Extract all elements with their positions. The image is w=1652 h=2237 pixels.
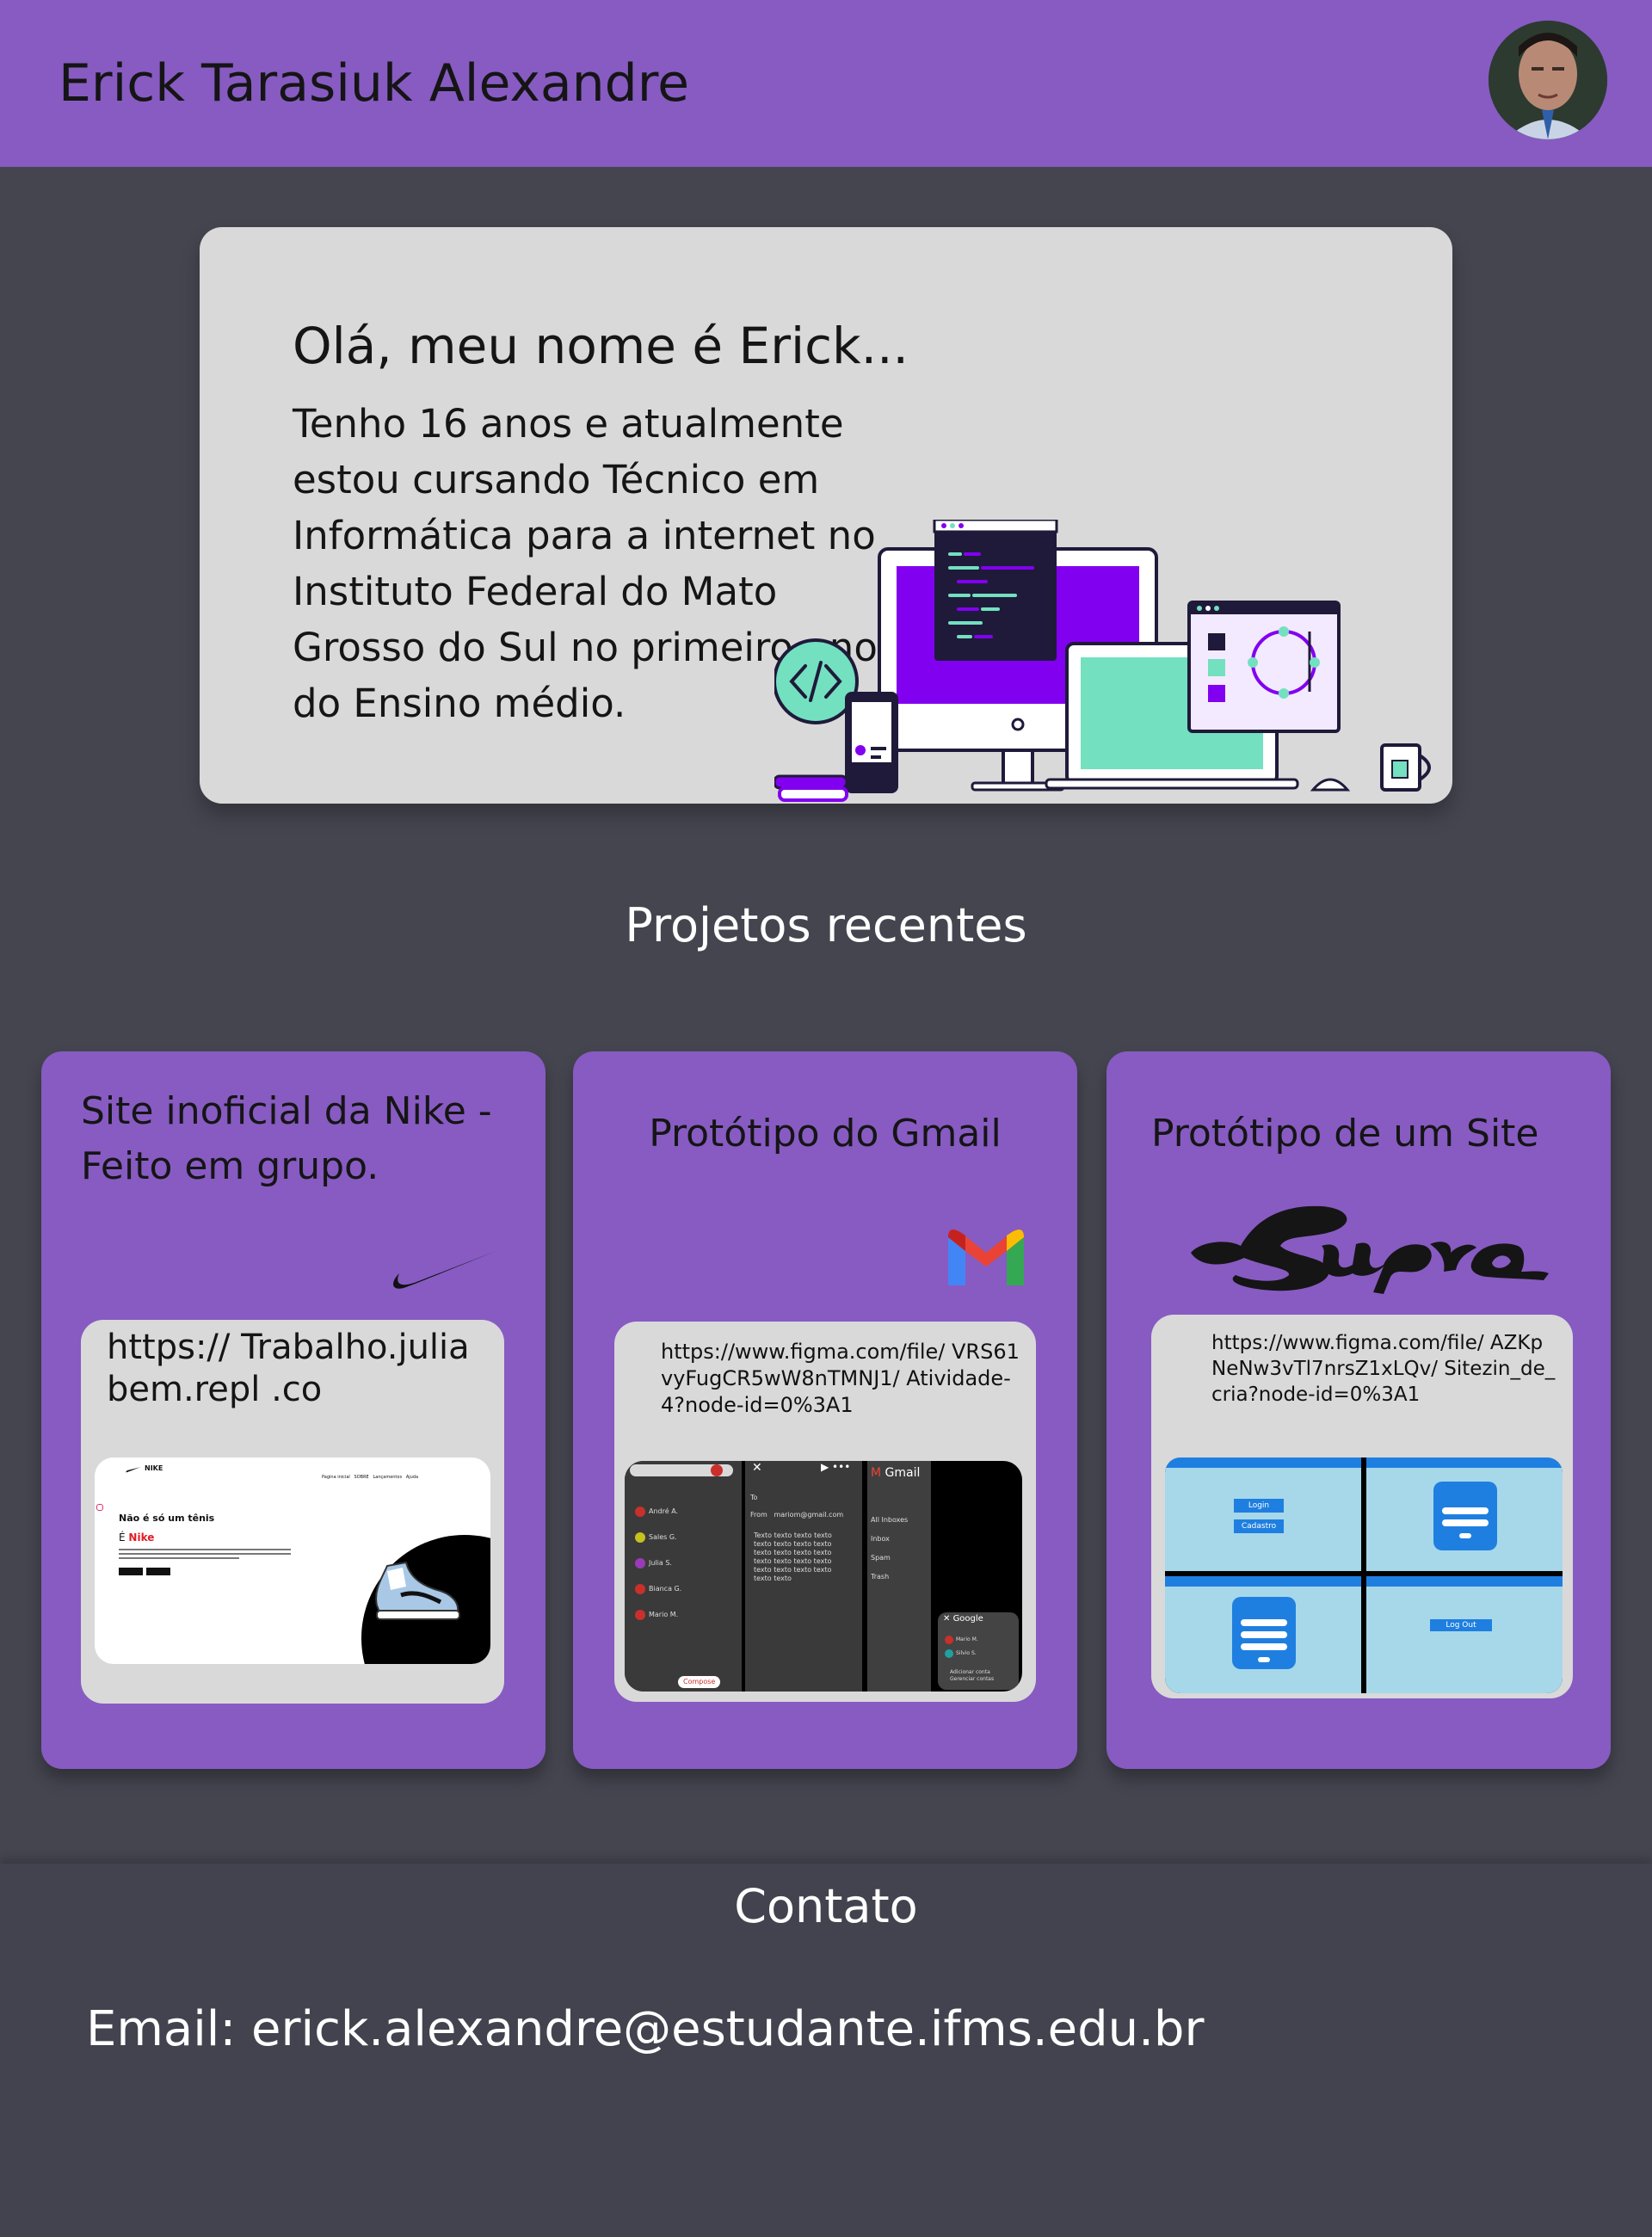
account-item: Mario M. [945, 1633, 978, 1647]
project-link[interactable]: https://www.figma.com/file/ VRS61vyFugCR… [661, 1339, 1022, 1419]
contact-item: Julia S. [635, 1550, 738, 1576]
project-preview-box: https://www.figma.com/file/ VRS61vyFugCR… [614, 1322, 1036, 1702]
gmail-menu-title: M Gmail [871, 1466, 921, 1480]
to-label: To [750, 1494, 758, 1501]
contact-email[interactable]: Email: erick.alexandre@estudante.ifms.ed… [86, 2001, 1204, 2057]
project-card-supra[interactable]: Protótipo de um Site https://www.figma.c… [1106, 1051, 1611, 1769]
preview-headline: Não é só um tênis [119, 1513, 215, 1524]
gmail-contact-list: André A. Sales G. Julia S. Bianca G. Mar… [635, 1499, 738, 1628]
account-popup-header: ✕ Google [943, 1614, 983, 1624]
gmail-menu-panel: M Gmail All Inboxes Inbox Spam Trash [867, 1461, 931, 1692]
project-link[interactable]: https://www.figma.com/file/ AZKpNeNw3vTl… [1211, 1330, 1556, 1408]
prototype-form-field [1442, 1519, 1489, 1526]
account-footer: Adicionar conta Gerenciar contas [950, 1669, 995, 1682]
menu-item: Inbox [871, 1535, 890, 1543]
intro-heading: Olá, meu nome é Erick... [293, 317, 909, 375]
project-card-nike[interactable]: Site inoficial da Nike - Feito em grupo.… [41, 1051, 546, 1769]
from-row: From mariom@gmail.com [750, 1511, 844, 1519]
projects-section-title: Projetos recentes [625, 898, 1027, 952]
prototype-navbar [1366, 1457, 1563, 1468]
preview-text-line [119, 1557, 239, 1559]
compose-body: Texto texto texto texto texto texto text… [754, 1531, 832, 1582]
gmail-prototype-screenshot: André A. Sales G. Julia S. Bianca G. Mar… [625, 1461, 1022, 1692]
menu-item: Spam [871, 1554, 891, 1562]
preview-sub-brand: Nike [128, 1531, 155, 1544]
gmail-compose-panel: ✕ ▶ ••• To From mariom@gmail.com Texto t… [745, 1461, 862, 1692]
menu-item: All Inboxes [871, 1516, 909, 1524]
developer-workspace-illustration [774, 520, 1431, 802]
prototype-register-form [1232, 1597, 1296, 1669]
send-icon: ▶ ••• [821, 1461, 851, 1473]
gmail-inbox-panel: André A. Sales G. Julia S. Bianca G. Mar… [625, 1461, 742, 1692]
preview-subheadline: É Nike [119, 1531, 154, 1544]
prototype-form-button [1258, 1657, 1270, 1662]
profile-avatar[interactable] [1489, 21, 1607, 139]
nike-mini-swoosh-icon [126, 1467, 141, 1473]
avatar-icon [711, 1464, 723, 1476]
account-list: Mario M. Silvio S. [945, 1633, 978, 1661]
prototype-screen-home: Login Cadastro [1165, 1457, 1361, 1571]
nike-site-screenshot: NIKE Pagina inicial SOBRE Lançamentos Aj… [95, 1457, 490, 1664]
preview-text-line [119, 1553, 291, 1555]
preview-button [119, 1568, 143, 1575]
prototype-form-field [1241, 1631, 1287, 1638]
project-title: Protótipo de um Site [1151, 1112, 1539, 1155]
prototype-navbar [1165, 1457, 1361, 1468]
sneaker-icon [375, 1561, 460, 1620]
gmail-menu-list: All Inboxes Inbox Spam Trash [871, 1511, 908, 1587]
project-title: Protótipo do Gmail [649, 1112, 1002, 1155]
header-bar: Erick Tarasiuk Alexandre [0, 0, 1652, 167]
preview-nav: Pagina inicial SOBRE Lançamentos Ajuda [322, 1475, 419, 1480]
prototype-login-form [1433, 1482, 1497, 1550]
supra-prototype-screenshot: Login Cadastro Log Out [1165, 1457, 1563, 1693]
prototype-form-field [1241, 1643, 1287, 1650]
contact-title: Contato [734, 1879, 918, 1933]
supra-logo [1191, 1205, 1549, 1294]
prototype-navbar [1165, 1576, 1361, 1587]
project-preview-box: https://www.figma.com/file/ AZKpNeNw3vTl… [1151, 1315, 1573, 1698]
intro-card: Olá, meu nome é Erick... Tenho 16 anos e… [200, 227, 1452, 804]
project-card-gmail[interactable]: Protótipo do Gmail https://www.figma.com… [573, 1051, 1077, 1769]
contact-section: Contato Email: erick.alexandre@estudante… [0, 1864, 1652, 2237]
account-item: Silvio S. [945, 1647, 978, 1661]
instagram-icon [96, 1504, 103, 1511]
compose-button: Compose [678, 1676, 721, 1688]
prototype-logout-button: Log Out [1430, 1619, 1492, 1631]
preview-text-line [119, 1549, 291, 1550]
prototype-form-button [1459, 1533, 1471, 1538]
project-link[interactable]: https:// Trabalho.juliabem.repl .co [107, 1327, 485, 1411]
prototype-form-field [1442, 1507, 1489, 1514]
preview-sub-prefix: É [119, 1531, 126, 1544]
close-icon: ✕ [752, 1461, 762, 1475]
project-preview-box: https:// Trabalho.juliabem.repl .co NIKE… [81, 1320, 504, 1704]
prototype-screen-login [1366, 1457, 1563, 1571]
prototype-navbar [1366, 1576, 1563, 1587]
site-owner-name: Erick Tarasiuk Alexandre [59, 53, 689, 114]
contact-item: Sales G. [635, 1525, 738, 1550]
nike-swoosh-icon [393, 1249, 501, 1289]
contact-item: André A. [635, 1499, 738, 1525]
menu-item: Trash [871, 1573, 890, 1581]
prototype-screen-register [1165, 1576, 1361, 1693]
preview-brand: NIKE [145, 1464, 163, 1472]
project-title: Site inoficial da Nike - Feito em grupo. [81, 1089, 492, 1188]
prototype-register-button: Cadastro [1234, 1519, 1284, 1533]
prototype-login-button: Login [1234, 1499, 1284, 1513]
gmail-account-popup: ✕ Google Mario M. Silvio S. Adicionar co… [938, 1612, 1019, 1690]
contact-item: Bianca G. [635, 1576, 738, 1602]
prototype-screen-logout: Log Out [1366, 1576, 1563, 1693]
preview-button [146, 1568, 170, 1575]
gmail-icon [948, 1229, 1024, 1285]
contact-item: Mario M. [635, 1602, 738, 1628]
prototype-form-field [1241, 1619, 1287, 1626]
